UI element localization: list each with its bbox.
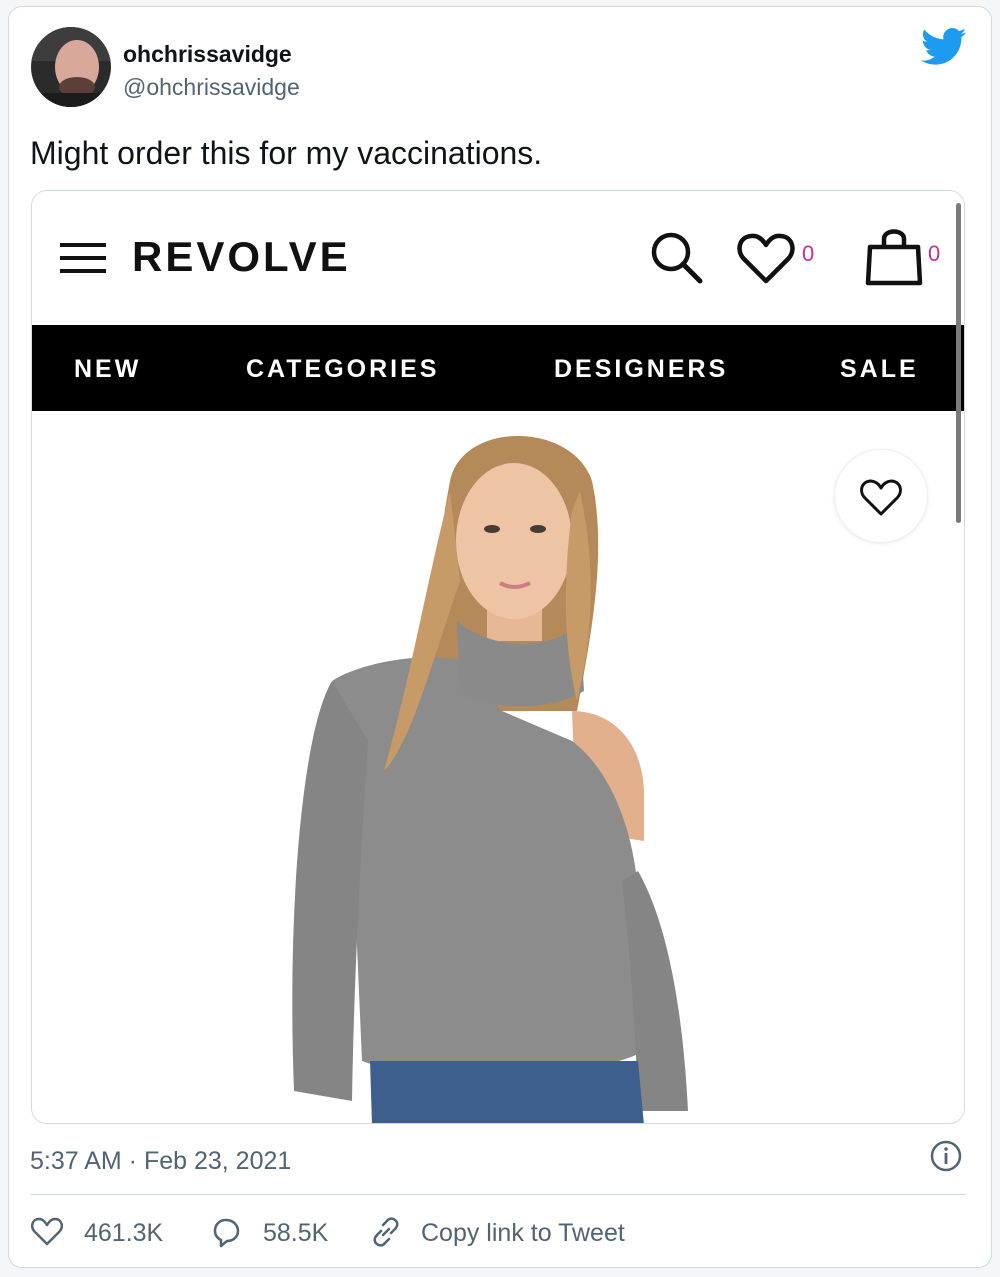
link-icon <box>373 1217 399 1247</box>
heart-icon <box>30 1217 64 1246</box>
author-name[interactable]: ohchrissavidge <box>123 41 292 68</box>
scrollbar-thumb <box>956 203 961 523</box>
shopping-bag-icon <box>865 229 923 286</box>
nav-item-new: NEW <box>74 355 142 383</box>
nav-item-designers: DESIGNERS <box>554 355 729 383</box>
nav-item-sale: SALE <box>840 355 919 383</box>
site-nav-bar: NEW CATEGORIES DESIGNERS SALE <box>32 325 964 411</box>
twitter-bird-icon[interactable] <box>921 27 967 67</box>
like-button[interactable]: 461.3K <box>30 1213 180 1253</box>
heart-icon <box>737 233 795 284</box>
reply-button[interactable]: 58.5K <box>209 1213 349 1253</box>
avatar[interactable] <box>31 27 111 107</box>
hamburger-menu-icon <box>60 243 106 273</box>
tweet-card[interactable]: ohchrissavidge @ohchrissavidge Might ord… <box>8 6 992 1268</box>
author-handle[interactable]: @ohchrissavidge <box>123 74 300 101</box>
site-header: REVOLVE 0 0 <box>32 191 964 325</box>
divider <box>30 1194 966 1195</box>
nav-item-categories: CATEGORIES <box>246 355 440 383</box>
favorite-button <box>834 449 928 543</box>
heart-outline-icon <box>860 479 902 516</box>
tweet-media-image[interactable]: REVOLVE 0 0 NEW CATEGORIES DESIGNERS SAL… <box>31 190 965 1124</box>
copy-link-button[interactable]: Copy link to Tweet <box>369 1213 669 1253</box>
reply-bubble-icon <box>213 1218 240 1248</box>
copy-link-label: Copy link to Tweet <box>421 1219 625 1247</box>
like-count: 461.3K <box>84 1219 164 1247</box>
bag-count: 0 <box>928 241 941 266</box>
search-icon <box>651 232 703 284</box>
info-icon[interactable] <box>929 1139 963 1173</box>
reply-count: 58.5K <box>263 1219 329 1247</box>
tweet-timestamp[interactable]: 5:37 AM · Feb 23, 2021 <box>30 1147 291 1176</box>
site-logo: REVOLVE <box>132 233 351 280</box>
wishlist-count: 0 <box>802 241 815 266</box>
product-photo <box>32 411 964 1123</box>
model-illustration <box>292 436 688 1123</box>
tweet-text: Might order this for my vaccinations. <box>30 135 543 171</box>
scrollbar <box>952 191 964 1123</box>
